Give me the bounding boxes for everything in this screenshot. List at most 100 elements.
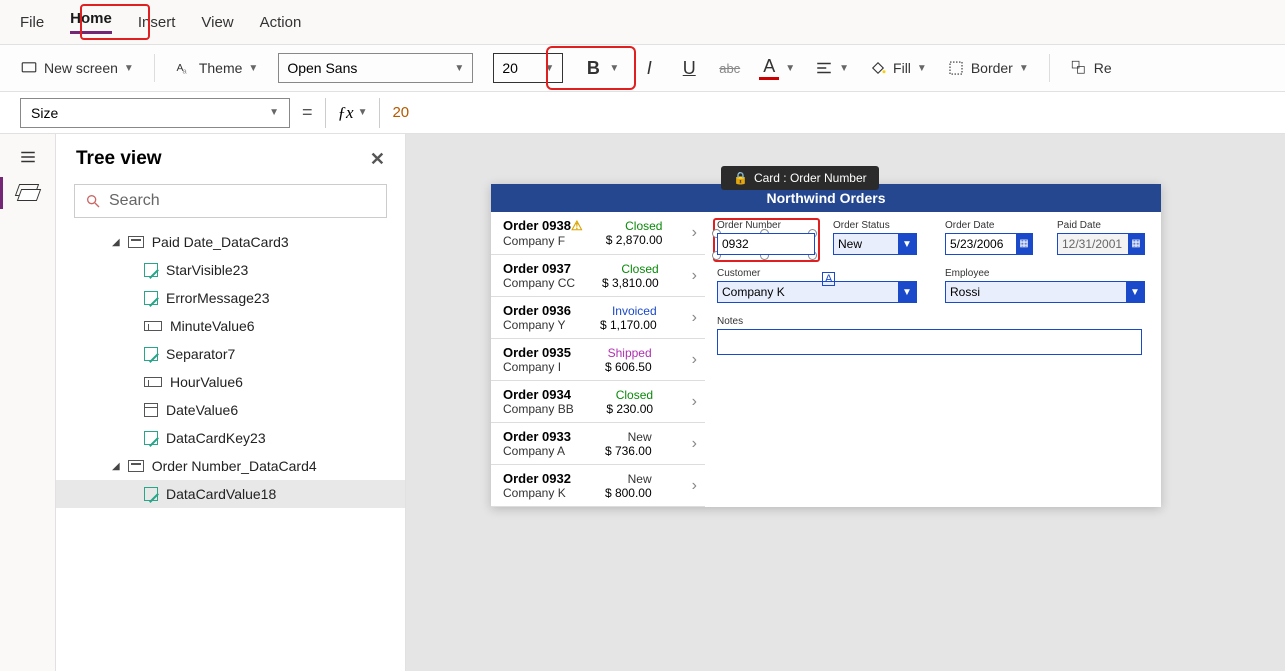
new-screen-button[interactable]: New screen ▼ <box>20 59 134 77</box>
chevron-down-icon: ▼ <box>269 107 279 118</box>
calendar-icon: ▦ <box>1128 234 1144 254</box>
tree-node-hourvalue6[interactable]: HourValue6 <box>56 368 405 396</box>
tree-search-input[interactable]: Search <box>74 184 387 218</box>
reorder-icon <box>1070 59 1088 77</box>
fill-button[interactable]: Fill ▼ <box>869 59 927 77</box>
search-icon <box>85 193 101 209</box>
tree-node-starvisible23[interactable]: StarVisible23 <box>56 256 405 284</box>
fx-button[interactable]: ƒx ▼ <box>338 103 368 123</box>
tree-view-icon[interactable] <box>17 184 39 202</box>
paid-date-input[interactable]: 12/31/2001▦ <box>1057 233 1145 255</box>
chevron-right-icon: › <box>692 224 697 242</box>
font-size-select[interactable]: 20 ▼ <box>493 53 563 83</box>
notes-input[interactable] <box>717 329 1142 355</box>
chevron-right-icon: › <box>692 393 697 411</box>
tree-node-minutevalue6[interactable]: MinuteValue6 <box>56 312 405 340</box>
order-row[interactable]: Order 0933Company ANew$ 736.00› <box>491 423 705 465</box>
underline-button[interactable]: U <box>679 58 699 79</box>
formula-input[interactable]: 20 <box>392 104 409 121</box>
order-row[interactable]: Order 0937Company CCClosed$ 3,810.00› <box>491 255 705 297</box>
field-order-date: Order Date 5/23/2006▦ <box>945 220 1033 255</box>
detail-form: Order Number 0932 Order Status New▼ Orde… <box>705 212 1161 507</box>
reorder-button[interactable]: Re <box>1070 59 1112 77</box>
edit-icon <box>144 291 158 305</box>
border-label: Border <box>971 60 1013 76</box>
order-number-input[interactable]: 0932 <box>717 233 815 255</box>
fill-label: Fill <box>893 60 911 76</box>
input-icon <box>144 321 162 331</box>
order-amount-label: $ 3,810.00 <box>602 276 659 290</box>
chevron-right-icon: › <box>692 309 697 327</box>
tree-node-datacardkey23[interactable]: DataCardKey23 <box>56 424 405 452</box>
main-area: Tree view ✕ Search ◢Paid Date_DataCard3S… <box>0 134 1285 671</box>
bold-icon: B <box>583 58 603 79</box>
theme-label: Theme <box>199 60 243 76</box>
order-row[interactable]: Order 0938⚠Company FClosed$ 2,870.00› <box>491 212 705 255</box>
tree-title: Tree view <box>76 148 162 170</box>
order-amount-label: $ 606.50 <box>605 360 652 374</box>
border-button[interactable]: Border ▼ <box>947 59 1029 77</box>
menu-insert[interactable]: Insert <box>138 14 176 31</box>
order-amount-label: $ 736.00 <box>605 444 652 458</box>
edit-icon <box>144 487 158 501</box>
hamburger-icon[interactable] <box>17 148 39 166</box>
order-company-label: Company Y <box>503 318 571 332</box>
close-icon[interactable]: ✕ <box>370 149 385 170</box>
italic-icon: I <box>639 58 659 79</box>
tree-node-datevalue6[interactable]: DateValue6 <box>56 396 405 424</box>
menu-file[interactable]: File <box>20 14 44 31</box>
app-preview: 🔒 Card : Order Number Northwind Orders O… <box>491 184 1161 507</box>
order-row[interactable]: Order 0936Company YInvoiced$ 1,170.00› <box>491 297 705 339</box>
caret-down-icon: ◢ <box>112 237 120 248</box>
order-row[interactable]: Order 0932Company KNew$ 800.00› <box>491 465 705 507</box>
employee-select[interactable]: Rossi▼ <box>945 281 1145 303</box>
order-amount-label: $ 800.00 <box>605 486 652 500</box>
font-family-value: Open Sans <box>287 60 357 76</box>
tree-node-label: ErrorMessage23 <box>166 290 270 306</box>
order-number-label: Order 0933 <box>503 429 571 444</box>
italic-button[interactable]: I <box>639 58 659 79</box>
order-number-label: Order 0936 <box>503 303 571 318</box>
selection-badge: 🔒 Card : Order Number <box>721 166 879 190</box>
chevron-down-icon: ▼ <box>898 281 916 303</box>
strike-button[interactable]: abc <box>719 61 739 76</box>
order-amount-label: $ 1,170.00 <box>600 318 657 332</box>
theme-button[interactable]: Aa Theme ▼ <box>175 59 258 77</box>
calendar-icon: ▦ <box>1016 234 1032 254</box>
chevron-right-icon: › <box>692 435 697 453</box>
tree-list: ◢Paid Date_DataCard3StarVisible23 ErrorMe… <box>56 228 405 671</box>
menu-action[interactable]: Action <box>260 14 302 31</box>
chevron-down-icon: ▼ <box>898 233 916 255</box>
font-size-value: 20 <box>502 60 518 76</box>
tree-node-separator7[interactable]: Separator7 <box>56 340 405 368</box>
align-button[interactable]: ▼ <box>815 59 849 77</box>
order-company-label: Company CC <box>503 276 575 290</box>
menu-home[interactable]: Home <box>70 10 112 34</box>
field-notes: Notes <box>717 316 1142 355</box>
tree-node-datacardvalue18[interactable]: DataCardValue18 <box>56 480 405 508</box>
order-number-label: Order 0934 <box>503 387 574 402</box>
order-status-select[interactable]: New▼ <box>833 233 917 255</box>
tree-node-label: MinuteValue6 <box>170 318 255 334</box>
order-date-input[interactable]: 5/23/2006▦ <box>945 233 1033 255</box>
customer-select[interactable]: Company K▼ <box>717 281 917 303</box>
tree-node-paid-date-datacard3[interactable]: ◢Paid Date_DataCard3 <box>56 228 405 256</box>
canvas[interactable]: 🔒 Card : Order Number Northwind Orders O… <box>406 134 1285 671</box>
menu-view[interactable]: View <box>201 14 233 31</box>
tree-node-errormessage23[interactable]: ErrorMessage23 <box>56 284 405 312</box>
selection-badge-label: Card : Order Number <box>754 171 867 185</box>
bold-button[interactable]: B▼ <box>583 58 619 79</box>
property-select[interactable]: Size ▼ <box>20 98 290 128</box>
property-value: Size <box>31 105 58 121</box>
chevron-down-icon: ▼ <box>839 63 849 74</box>
tree-node-order-number-datacard4[interactable]: ◢Order Number_DataCard4 <box>56 452 405 480</box>
svg-text:a: a <box>182 66 187 75</box>
order-number-label: Order 0937 <box>503 261 575 276</box>
font-color-button[interactable]: A▼ <box>759 56 795 80</box>
orders-list: Order 0938⚠Company FClosed$ 2,870.00›Ord… <box>491 212 705 507</box>
order-row[interactable]: Order 0935Company IShipped$ 606.50› <box>491 339 705 381</box>
warning-icon: ⚠ <box>571 218 583 233</box>
order-row[interactable]: Order 0934Company BBClosed$ 230.00› <box>491 381 705 423</box>
font-family-select[interactable]: Open Sans ▼ <box>278 53 473 83</box>
chevron-down-icon: ▼ <box>785 63 795 74</box>
